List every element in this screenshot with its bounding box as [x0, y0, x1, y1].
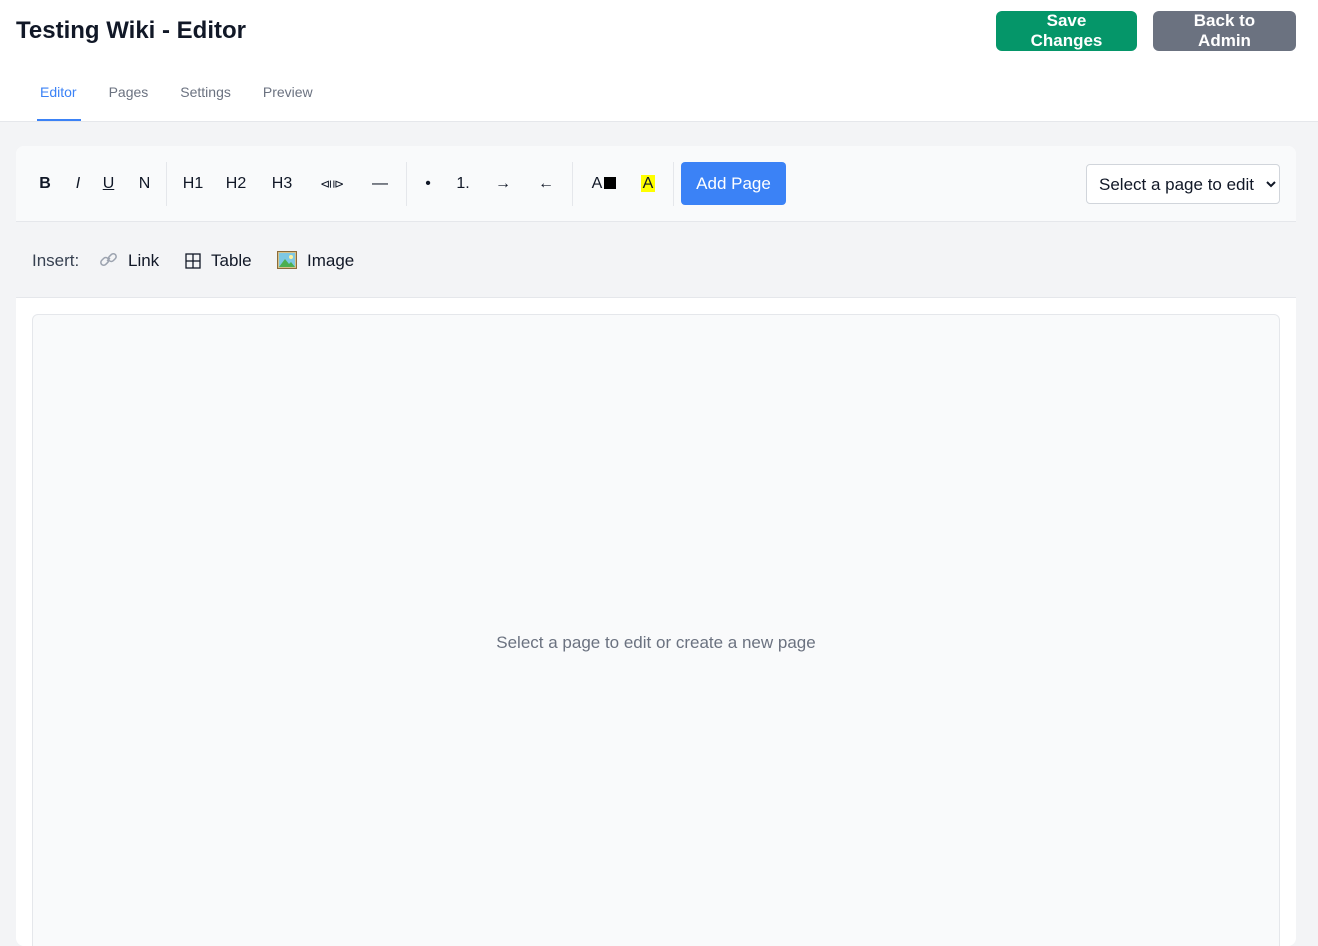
insert-bar: Insert: Link Table Image: [16, 222, 1296, 298]
text-color-label: A: [591, 175, 603, 192]
code-button[interactable]: ⧏⧐: [317, 173, 347, 195]
toolbar-divider: [572, 162, 573, 206]
underline-button[interactable]: U: [101, 173, 116, 195]
editor-placeholder: Select a page to edit or create a new pa…: [496, 633, 816, 652]
bullet-list-button[interactable]: •: [421, 173, 435, 195]
link-icon: [99, 250, 118, 275]
horizontal-rule-button[interactable]: —: [370, 173, 390, 195]
tab-settings[interactable]: Settings: [180, 72, 231, 121]
format-toolbar: B I U N H1 H2 H3 ⧏⧐ — • 1. → ← A A Add P…: [16, 146, 1296, 222]
add-page-button[interactable]: Add Page: [681, 162, 786, 205]
tab-bar: Editor Pages Settings Preview: [37, 72, 345, 122]
highlight-label: A: [640, 175, 656, 192]
page-title: Testing Wiki - Editor: [16, 17, 247, 44]
toolbar-divider: [673, 162, 674, 206]
italic-button[interactable]: I: [72, 173, 84, 195]
tab-editor[interactable]: Editor: [37, 72, 81, 121]
insert-link-label: Link: [128, 251, 160, 270]
outdent-button[interactable]: ←: [535, 173, 557, 195]
text-color-button[interactable]: A: [589, 173, 619, 195]
tab-pages[interactable]: Pages: [109, 72, 149, 121]
toolbar-divider: [166, 162, 167, 206]
highlight-button[interactable]: A: [638, 173, 658, 195]
color-swatch-icon: [604, 177, 617, 189]
page-select[interactable]: Select a page to edit: [1086, 164, 1280, 204]
heading2-button[interactable]: H2: [225, 173, 247, 195]
numbered-list-button[interactable]: 1.: [455, 173, 471, 195]
save-changes-button[interactable]: Save Changes: [996, 11, 1137, 51]
editor-card: B I U N H1 H2 H3 ⧏⧐ — • 1. → ← A A Add P…: [16, 146, 1296, 946]
indent-button[interactable]: →: [492, 173, 514, 195]
insert-table-button[interactable]: Table: [185, 250, 252, 272]
table-icon: [185, 253, 201, 275]
bold-button[interactable]: B: [38, 173, 52, 195]
insert-image-button[interactable]: Image: [277, 250, 354, 272]
image-icon: [277, 251, 297, 275]
heading3-button[interactable]: H3: [271, 173, 293, 195]
editor-area[interactable]: Select a page to edit or create a new pa…: [32, 314, 1280, 946]
app-header: Testing Wiki - Editor Save Changes Back …: [0, 0, 1318, 122]
normal-text-button[interactable]: N: [137, 173, 152, 195]
tab-preview[interactable]: Preview: [263, 72, 313, 121]
insert-link-button[interactable]: Link: [99, 250, 159, 272]
insert-table-label: Table: [211, 251, 252, 270]
insert-image-label: Image: [307, 251, 355, 270]
toolbar-divider: [406, 162, 407, 206]
insert-label: Insert:: [32, 251, 80, 270]
back-to-admin-button[interactable]: Back to Admin: [1153, 11, 1296, 51]
heading1-button[interactable]: H1: [182, 173, 204, 195]
